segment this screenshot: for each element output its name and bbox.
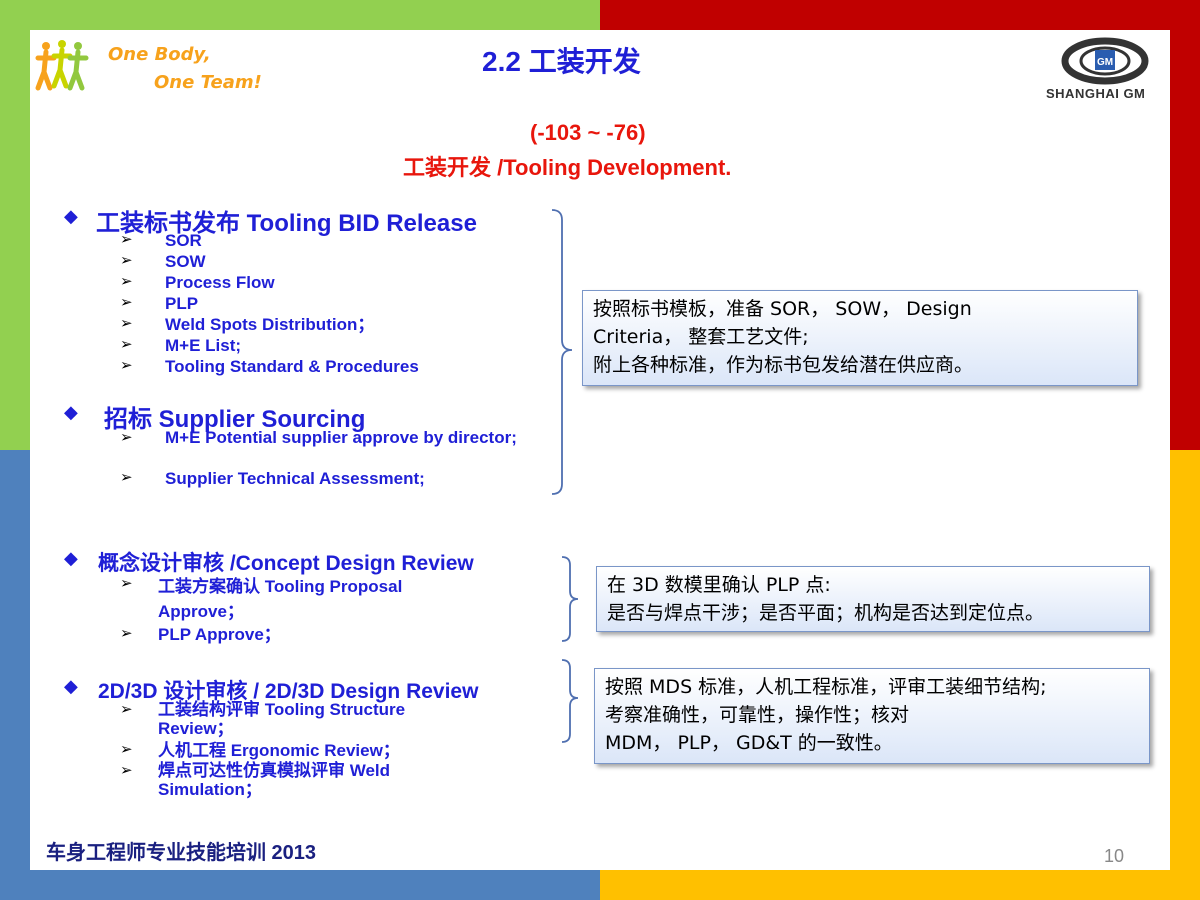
arrow-bullet-icon: ➢ [120, 762, 133, 779]
arrow-bullet-icon: ➢ [120, 357, 133, 374]
gm-emblem-icon: GM [1061, 37, 1149, 85]
subtitle-cn: 工装开发 [403, 155, 492, 180]
section-heading: 工装标书发布 Tooling BID Release [96, 210, 477, 237]
arrow-bullet-icon: ➢ [120, 429, 133, 446]
diamond-bullet-icon: ◆ [64, 676, 78, 696]
arrow-bullet-icon: ➢ [120, 741, 133, 758]
logo-line2: One Team! [154, 72, 262, 93]
brace-1 [551, 209, 573, 495]
arrow-bullet-icon: ➢ [120, 252, 133, 269]
svg-text:GM: GM [1097, 57, 1113, 68]
arrow-bullet-icon: ➢ [120, 469, 133, 486]
diamond-bullet-icon: ◆ [64, 548, 78, 568]
diamond-bullet-icon: ◆ [64, 206, 78, 226]
footer-text: 车身工程师专业技能培训 2013 [46, 842, 317, 864]
brand-name: SHANGHAI GM [1046, 86, 1146, 101]
subtitle-range: (-103 ~ -76) [530, 120, 646, 145]
diamond-bullet-icon: ◆ [64, 402, 78, 422]
team-figures-icon [35, 40, 89, 91]
note-box: 按照 MDS 标准，人机工程标准，评审工装细节结构; 考察准确性，可靠性，操作性… [594, 668, 1150, 764]
subtitle-main: 工装开发 /Tooling Development. [403, 150, 731, 182]
arrow-bullet-icon: ➢ [120, 336, 133, 353]
arrow-bullet-icon: ➢ [120, 273, 133, 290]
arrow-bullet-icon: ➢ [120, 294, 133, 311]
arrow-bullet-icon: ➢ [120, 575, 133, 592]
brace-3 [561, 659, 579, 743]
brace-2 [561, 556, 579, 642]
arrow-bullet-icon: ➢ [120, 625, 133, 642]
subtitle-en: /Tooling Development. [491, 155, 732, 180]
section-heading: 概念设计审核 /Concept Design Review [98, 552, 474, 575]
arrow-bullet-icon: ➢ [120, 231, 133, 248]
note-box: 在 3D 数模里确认 PLP 点: 是否与焊点干涉；是否平面；机构是否达到定位点… [596, 566, 1150, 632]
slide: One Body, One Team! 2.2 工装开发 GM SHANGHAI… [30, 30, 1170, 870]
arrow-bullet-icon: ➢ [120, 315, 133, 332]
page-number: 10 [1104, 846, 1125, 866]
arrow-bullet-icon: ➢ [120, 701, 133, 718]
logo-line1: One Body, [108, 44, 211, 65]
note-box: 按照标书模板，准备 SOR， SOW， Design Criteria， 整套工… [582, 290, 1138, 386]
page-title: 2.2 工装开发 [482, 46, 641, 77]
